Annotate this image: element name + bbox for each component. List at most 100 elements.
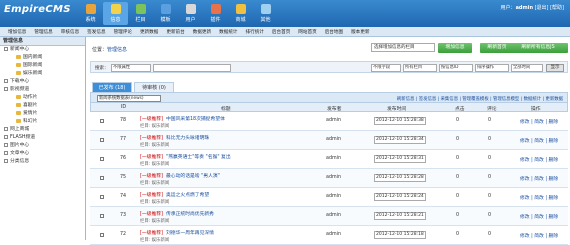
sidebar-tree-item[interactable]: 娱乐新闻 [0, 70, 85, 78]
sidebar-tree-item[interactable]: 文章中心 [0, 150, 85, 158]
attribute-select[interactable]: 不限属性 [111, 64, 151, 72]
row-publish-time[interactable]: 2012-12-10 15:28:21 [374, 212, 426, 220]
tab-pending[interactable]: 待审核 (0) [134, 82, 174, 92]
info-table-body: 78 [一级推荐] 中国风采第18次捕捉希望体 栏目: 娱乐新闻 admin 2012-1… [90, 112, 568, 245]
nav-plugin[interactable]: 插件 [203, 2, 228, 25]
nav-info[interactable]: 信息 [103, 2, 128, 25]
sidebar-tree-label: 爱情片 [23, 111, 38, 116]
subnav-item[interactable]: 更新数据 [136, 29, 162, 35]
row-checkbox[interactable] [100, 195, 104, 199]
header-comments: 评论 [487, 107, 497, 112]
row-publish-time[interactable]: 2012-12-10 15:28:38 [374, 117, 426, 125]
sidebar-tree-item[interactable]: 国内新闻 [0, 54, 85, 62]
subnav-item[interactable]: 排行统计 [242, 29, 268, 35]
row-publish-time[interactable]: 2012-12-10 15:28:34 [374, 136, 426, 144]
row-hits: 0 [456, 213, 460, 218]
time-select[interactable]: 全部时间 [511, 64, 543, 72]
subnav-item[interactable]: 后台地图 [321, 29, 347, 35]
refresh-all-js-button[interactable]: 刷新所有信息JS [508, 43, 568, 53]
subnav-item[interactable]: 管理信息 [30, 29, 56, 35]
row-actions[interactable]: 修改 | 简改 | 删除 [520, 118, 558, 125]
row-actions[interactable]: 修改 | 简改 | 删除 [520, 213, 558, 220]
sidebar-tree-item[interactable]: 科幻片 [0, 118, 85, 126]
sidebar-tree-item[interactable]: 新闻中心 [0, 46, 85, 54]
nav-template[interactable]: 模板 [153, 2, 178, 25]
field-select[interactable]: 不限字段 [371, 64, 401, 72]
subnav-item[interactable]: 更新前台 [162, 29, 188, 35]
row-comments: 0 [488, 156, 492, 161]
row-checkbox[interactable] [100, 233, 104, 237]
data-table-select[interactable]: 新闻系统数据表(news) [97, 95, 161, 102]
expand-toggle-icon[interactable] [4, 158, 8, 163]
row-checkbox[interactable] [100, 138, 104, 142]
keyword-input[interactable] [153, 64, 231, 72]
row-checkbox[interactable] [100, 157, 104, 161]
row-publish-time[interactable]: 2012-12-10 15:28:24 [374, 193, 426, 201]
row-publish-time[interactable]: 2012-12-10 15:28:31 [374, 155, 426, 163]
row-title-link[interactable]: 刘德华一周年再见深情 [166, 229, 214, 236]
row-title-link[interactable]: 传承正统时尚优先新秀 [166, 210, 214, 217]
sidebar-tree-label: 文章中心 [10, 151, 30, 156]
nav-column[interactable]: 栏目 [128, 2, 153, 25]
row-actions[interactable]: 修改 | 简改 | 删除 [520, 156, 558, 163]
sidebar-tree-item[interactable]: 喜剧片 [0, 102, 85, 110]
row-title-link[interactable]: 最心动的话是啥 "男人演" [166, 172, 220, 179]
nav-user[interactable]: 用户 [178, 2, 203, 25]
expand-toggle-icon[interactable] [4, 126, 8, 131]
row-checkbox[interactable] [100, 176, 104, 180]
expand-toggle-icon[interactable] [4, 134, 8, 139]
nav-shop[interactable]: 商城 [228, 2, 253, 25]
order-select[interactable]: 排序操作 [475, 64, 509, 72]
row-actions[interactable]: 修改 | 简改 | 删除 [520, 175, 558, 182]
sidebar-tree-item[interactable]: 网上商城 [0, 126, 85, 134]
expand-toggle-icon[interactable] [4, 78, 8, 83]
subnav-item[interactable]: 管理评论 [110, 29, 136, 35]
row-actions[interactable]: 修改 | 简改 | 删除 [520, 194, 558, 201]
row-id: 76 [120, 156, 127, 161]
id-sort-select[interactable]: 按信息ID [439, 64, 473, 72]
row-title-link[interactable]: "燕赢英语士"等奏 "名猴" 复出 [166, 153, 231, 160]
sidebar-tree-item[interactable]: 分类信息 [0, 158, 85, 166]
subnav-item[interactable]: 数据统计 [215, 29, 241, 35]
sidebar-tree-item[interactable]: 动作片 [0, 94, 85, 102]
row-title-link[interactable]: 中国风采第18次捕捉希望体 [166, 115, 225, 122]
row-title-link[interactable]: 科比无力头咏诸明珠 [166, 134, 209, 141]
sidebar-tree-item[interactable]: FLASH频道 [0, 134, 85, 142]
expand-toggle-icon[interactable] [4, 142, 8, 147]
column-select[interactable]: 选择增加信息的栏目 [371, 43, 435, 52]
search-button[interactable]: 显示 [546, 64, 564, 72]
empirecms-logo[interactable]: EmpireCMS [4, 4, 71, 15]
nav-system[interactable]: 系统 [78, 2, 103, 25]
row-publish-time[interactable]: 2012-12-10 15:28:18 [374, 231, 426, 239]
tab-published[interactable]: 已发布 (18) [92, 82, 132, 92]
row-id: 75 [120, 175, 127, 180]
subnav-item[interactable]: 数据更新 [189, 29, 215, 35]
sidebar-tree-item[interactable]: 爱情片 [0, 110, 85, 118]
user-links[interactable]: [退出] [帮助] [535, 5, 564, 11]
row-actions[interactable]: 修改 | 简改 | 删除 [520, 232, 558, 239]
column-filter-select[interactable]: 所有栏目 [403, 64, 437, 72]
subnav-item[interactable]: 签发信息 [83, 29, 109, 35]
subnav-item[interactable]: 增加信息 [4, 29, 30, 35]
subnav-item[interactable]: 网站首页 [294, 29, 320, 35]
expand-toggle-icon[interactable] [4, 86, 8, 91]
sidebar-tree-item[interactable]: 国际新闻 [0, 62, 85, 70]
subnav-item[interactable]: 后台首页 [268, 29, 294, 35]
sidebar-tree-item[interactable]: 下载中心 [0, 78, 85, 86]
row-checkbox[interactable] [100, 214, 104, 218]
add-info-button[interactable]: 增加信息 [438, 43, 472, 53]
sidebar-tree-item[interactable]: 图片中心 [0, 142, 85, 150]
breadcrumb-link[interactable]: 管理信息 [107, 47, 127, 53]
row-publish-time[interactable]: 2012-12-10 15:28:28 [374, 174, 426, 182]
expand-toggle-icon[interactable] [4, 46, 8, 51]
subnav-item[interactable]: 版本更新 [347, 29, 373, 35]
row-actions[interactable]: 修改 | 简改 | 删除 [520, 137, 558, 144]
expand-toggle-icon[interactable] [4, 150, 8, 155]
row-author: admin [326, 232, 342, 237]
subnav-item[interactable]: 审核信息 [57, 29, 83, 35]
sidebar-tree-item[interactable]: 影视频道 [0, 86, 85, 94]
row-checkbox[interactable] [100, 119, 104, 123]
row-title-link[interactable]: 奥运之火点燃了希望 [166, 191, 209, 198]
quick-links[interactable]: 刷新信息 | 签发信息 | 采集信息 | 管理覆盖模板 | 管理信息模型 | 数… [397, 96, 563, 102]
nav-other[interactable]: 其他 [253, 2, 278, 25]
